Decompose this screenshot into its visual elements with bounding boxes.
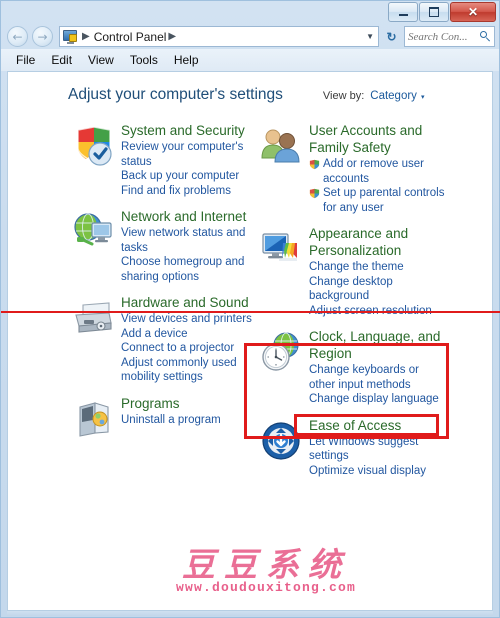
uac-shield-icon <box>309 159 320 170</box>
category-links: View devices and printers Add a device C… <box>121 312 259 385</box>
link-add-or-remove-user-accounts[interactable]: Add or remove user accounts <box>309 157 447 186</box>
address-bar[interactable]: ▶ Control Panel ▶ ▼ <box>59 26 379 47</box>
minimize-button[interactable] <box>388 2 418 22</box>
link-add-a-device[interactable]: Add a device <box>121 327 259 342</box>
watermark-brand: 豆豆系统 <box>182 545 350 584</box>
link-optimize-visual-display[interactable]: Optimize visual display <box>309 464 447 479</box>
navigation-bar: ← → ▶ Control Panel ▶ ▼ ↻ <box>1 23 499 49</box>
breadcrumb-separator-trailing-icon[interactable]: ▶ <box>168 31 176 42</box>
category-title[interactable]: Appearance and Personalization <box>309 225 447 259</box>
link-change-desktop-background[interactable]: Change desktop background <box>309 275 447 304</box>
breadcrumb-separator-leading-icon[interactable]: ▶ <box>82 31 90 42</box>
view-by-value[interactable]: Category <box>370 90 417 102</box>
link-review-computer-status[interactable]: Review your computer's status <box>121 140 259 169</box>
page-title: Adjust your computer's settings <box>68 86 283 103</box>
annotation-divider-line <box>1 311 500 313</box>
link-set-up-parental-controls[interactable]: Set up parental controls for any user <box>309 186 447 215</box>
link-view-devices-and-printers[interactable]: View devices and printers <box>121 312 259 327</box>
category-system-and-security: System and Security Review your computer… <box>69 122 259 198</box>
search-input[interactable] <box>408 30 478 43</box>
menu-item-tools[interactable]: Tools <box>122 51 166 69</box>
category-links: View network status and tasks Choose hom… <box>121 226 259 284</box>
link-connect-to-a-projector[interactable]: Connect to a projector <box>121 341 259 356</box>
menu-bar: File Edit View Tools Help <box>1 49 499 71</box>
category-links: Uninstall a program <box>121 413 259 428</box>
ease-of-access-icon <box>259 419 303 463</box>
uac-shield-icon <box>309 188 320 199</box>
refresh-icon: ↻ <box>386 29 397 44</box>
category-links: Add or remove user accounts Set up paren… <box>309 157 447 215</box>
category-title[interactable]: User Accounts and Family Safety <box>309 122 447 156</box>
category-title[interactable]: Programs <box>121 395 259 412</box>
menu-item-view[interactable]: View <box>80 51 122 69</box>
link-back-up-computer[interactable]: Back up your computer <box>121 169 259 184</box>
magnifier-icon <box>480 31 491 42</box>
explorer-window: ✕ ← → ▶ Control Panel ▶ ▼ ↻ Search Con..… <box>0 0 500 618</box>
search-box[interactable] <box>404 26 495 47</box>
menu-item-help[interactable]: Help <box>166 51 207 69</box>
category-hardware-and-sound: Hardware and Sound View devices and prin… <box>69 294 259 385</box>
back-arrow-icon: ← <box>12 29 23 44</box>
status-strip <box>7 611 493 616</box>
link-find-and-fix-problems[interactable]: Find and fix problems <box>121 184 259 199</box>
printer-hardware-icon <box>71 296 115 340</box>
breadcrumb-control-panel[interactable]: Control Panel <box>94 30 167 44</box>
category-clock-language-and-region: Clock, Language, and Region Change keybo… <box>257 328 447 407</box>
close-icon: ✕ <box>467 5 479 19</box>
category-links: Let Windows suggest settings Optimize vi… <box>309 435 447 479</box>
category-network-and-internet: Network and Internet View network status… <box>69 208 259 284</box>
category-title[interactable]: System and Security <box>121 122 259 139</box>
clock-globe-icon <box>259 330 303 374</box>
forward-button[interactable]: → <box>32 26 53 47</box>
control-panel-icon <box>63 29 78 44</box>
user-accounts-people-icon <box>259 124 303 168</box>
category-user-accounts-and-family-safety: User Accounts and Family Safety Add or r… <box>257 122 447 215</box>
view-by-label: View by: <box>322 90 365 102</box>
programs-box-icon <box>71 397 115 441</box>
watermark-url: www.doudouxitong.com <box>176 580 357 595</box>
chevron-down-icon[interactable]: ▾ <box>421 93 425 101</box>
category-title[interactable]: Ease of Access <box>309 417 447 434</box>
category-column-right: User Accounts and Family Safety Add or r… <box>257 122 447 488</box>
category-programs: Programs Uninstall a program <box>69 395 259 443</box>
maximize-icon <box>429 7 439 17</box>
content-pane: Adjust your computer's settings View by:… <box>7 71 493 611</box>
link-let-windows-suggest-settings[interactable]: Let Windows suggest settings <box>309 435 447 464</box>
link-change-keyboards-or-input-methods[interactable]: Change keyboards or other input methods <box>309 363 447 392</box>
category-ease-of-access: Ease of Access Let Windows suggest setti… <box>257 417 447 479</box>
menu-item-file[interactable]: File <box>8 51 43 69</box>
category-appearance-and-personalization: Appearance and Personalization Change th… <box>257 225 447 318</box>
window-caption-buttons: ✕ <box>388 2 496 22</box>
back-button[interactable]: ← <box>7 26 28 47</box>
category-title[interactable]: Hardware and Sound <box>121 294 259 311</box>
link-adjust-mobility-settings[interactable]: Adjust commonly used mobility settings <box>121 356 259 385</box>
minimize-icon <box>398 14 408 16</box>
view-by-control[interactable]: View by: Category ▾ <box>323 90 425 102</box>
menu-item-edit[interactable]: Edit <box>43 51 80 69</box>
link-uninstall-a-program[interactable]: Uninstall a program <box>121 413 259 428</box>
appearance-monitor-icon <box>259 227 303 271</box>
shield-security-icon <box>71 124 115 168</box>
network-globe-monitor-icon <box>71 210 115 254</box>
refresh-button[interactable]: ↻ <box>382 27 401 46</box>
link-label: Set up parental controls for any user <box>323 187 445 214</box>
category-title[interactable]: Clock, Language, and Region <box>309 328 447 362</box>
title-bar: ✕ <box>1 1 499 23</box>
link-choose-homegroup-and-sharing-options[interactable]: Choose homegroup and sharing options <box>121 255 259 284</box>
address-history-chevron-down-icon[interactable]: ▼ <box>366 32 374 41</box>
category-column-left: System and Security Review your computer… <box>69 122 259 453</box>
category-title[interactable]: Network and Internet <box>121 208 259 225</box>
link-label: Add or remove user accounts <box>323 158 424 185</box>
link-change-display-language[interactable]: Change display language <box>309 392 447 407</box>
category-links: Change keyboards or other input methods … <box>309 363 447 407</box>
link-view-network-status-and-tasks[interactable]: View network status and tasks <box>121 226 259 255</box>
link-change-the-theme[interactable]: Change the theme <box>309 260 447 275</box>
forward-arrow-icon: → <box>37 29 48 44</box>
page-header: Adjust your computer's settings View by:… <box>68 86 468 104</box>
maximize-button[interactable] <box>419 2 449 22</box>
category-links: Change the theme Change desktop backgrou… <box>309 260 447 318</box>
category-links: Review your computer's status Back up yo… <box>121 140 259 198</box>
close-button[interactable]: ✕ <box>450 2 496 22</box>
